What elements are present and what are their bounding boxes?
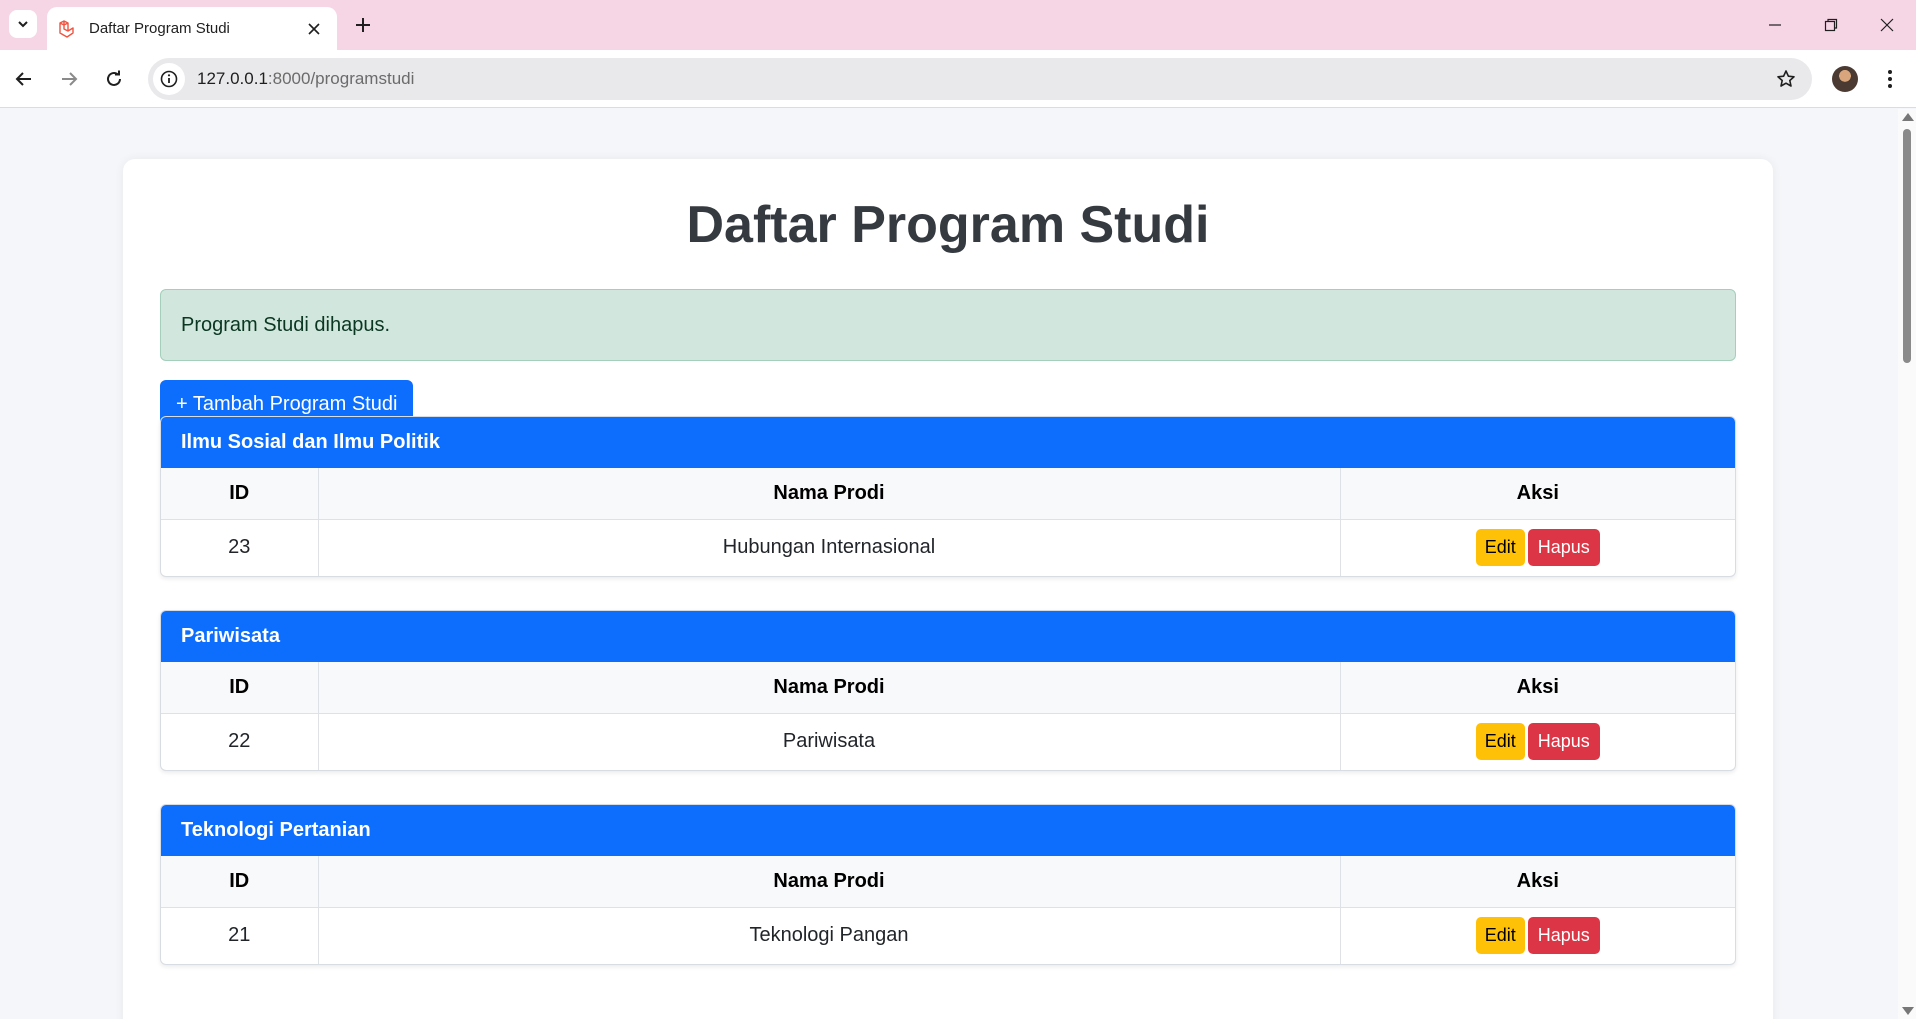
column-header-id: ID (161, 468, 319, 520)
cell-aksi: Edit Hapus (1340, 713, 1735, 770)
tab-search-button[interactable] (9, 10, 37, 38)
laravel-icon (57, 19, 77, 39)
minimize-icon (1769, 24, 1781, 26)
delete-button[interactable]: Hapus (1527, 529, 1600, 567)
cell-aksi: Edit Hapus (1340, 907, 1735, 964)
scrollbar-thumb[interactable] (1903, 129, 1911, 363)
page-viewport: Daftar Program Studi Program Studi dihap… (0, 109, 1898, 1019)
cell-id: 23 (161, 519, 319, 576)
faculty-header: Teknologi Pertanian (161, 805, 1735, 856)
table-row: 22 Pariwisata Edit Hapus (161, 713, 1735, 770)
close-window-button[interactable] (1864, 10, 1910, 40)
more-vertical-icon (1888, 70, 1892, 88)
back-button[interactable] (8, 63, 40, 95)
tab-title: Daftar Program Studi (89, 20, 230, 37)
prodi-table: ID Nama Prodi Aksi 23 Hubungan Internasi… (161, 468, 1735, 576)
forward-button[interactable] (53, 63, 85, 95)
delete-button[interactable]: Hapus (1527, 723, 1600, 761)
content-card: Daftar Program Studi Program Studi dihap… (123, 159, 1773, 1019)
column-header-aksi: Aksi (1340, 468, 1735, 520)
url-path: :8000/programstudi (267, 69, 415, 88)
cell-id: 22 (161, 713, 319, 770)
faculty-header: Pariwisata (161, 611, 1735, 662)
cell-aksi: Edit Hapus (1340, 519, 1735, 576)
edit-button[interactable]: Edit (1475, 917, 1525, 955)
restore-button[interactable] (1808, 10, 1854, 40)
faculty-group: Ilmu Sosial dan Ilmu Politik ID Nama Pro… (160, 416, 1736, 577)
close-icon (1880, 18, 1894, 32)
browser-toolbar: 127.0.0.1:8000/programstudi (0, 50, 1916, 108)
plus-icon (356, 18, 370, 32)
reload-button[interactable] (98, 63, 130, 95)
column-header-id: ID (161, 856, 319, 908)
scroll-down-arrow-icon[interactable] (1902, 1007, 1914, 1015)
edit-button[interactable]: Edit (1475, 723, 1525, 761)
new-tab-button[interactable] (350, 12, 376, 38)
column-header-id: ID (161, 662, 319, 714)
restore-icon (1824, 18, 1838, 32)
scroll-up-arrow-icon[interactable] (1902, 113, 1914, 121)
cell-id: 21 (161, 907, 319, 964)
faculty-header: Ilmu Sosial dan Ilmu Politik (161, 417, 1735, 468)
reload-icon (107, 70, 121, 86)
browser-tab[interactable]: Daftar Program Studi (47, 7, 337, 50)
browser-menu-button[interactable] (1876, 64, 1904, 94)
prodi-table: ID Nama Prodi Aksi 21 Teknologi Pangan E… (161, 856, 1735, 964)
tab-strip: Daftar Program Studi (0, 0, 1916, 50)
edit-button[interactable]: Edit (1475, 529, 1525, 567)
faculty-group: Teknologi Pertanian ID Nama Prodi Aksi 2… (160, 804, 1736, 965)
close-tab-icon[interactable] (303, 18, 325, 40)
cell-nama: Pariwisata (318, 713, 1341, 770)
cell-nama: Teknologi Pangan (318, 907, 1341, 964)
prodi-table: ID Nama Prodi Aksi 22 Pariwisata Edit Hap… (161, 662, 1735, 770)
arrow-left-icon (15, 72, 31, 86)
table-row: 23 Hubungan Internasional Edit Hapus (161, 519, 1735, 576)
success-alert: Program Studi dihapus. (160, 289, 1736, 361)
delete-button[interactable]: Hapus (1527, 917, 1600, 955)
address-bar[interactable]: 127.0.0.1:8000/programstudi (148, 58, 1812, 100)
arrow-right-icon (62, 72, 78, 86)
column-header-aksi: Aksi (1340, 856, 1735, 908)
column-header-nama: Nama Prodi (318, 662, 1341, 714)
site-info-icon[interactable] (153, 63, 185, 95)
column-header-nama: Nama Prodi (318, 468, 1341, 520)
url-host: 127.0.0.1 (197, 69, 268, 88)
cell-nama: Hubungan Internasional (318, 519, 1341, 576)
column-header-nama: Nama Prodi (318, 856, 1341, 908)
table-row: 21 Teknologi Pangan Edit Hapus (161, 907, 1735, 964)
profile-avatar[interactable] (1832, 66, 1858, 92)
page-title: Daftar Program Studi (686, 196, 1210, 254)
minimize-button[interactable] (1752, 10, 1798, 40)
bookmark-star-icon[interactable] (1774, 67, 1798, 91)
column-header-aksi: Aksi (1340, 662, 1735, 714)
faculty-group: Pariwisata ID Nama Prodi Aksi 22 Pariwis… (160, 610, 1736, 771)
url-text: 127.0.0.1:8000/programstudi (197, 69, 414, 89)
chevron-down-icon (18, 21, 28, 28)
page-scrollbar[interactable] (1898, 109, 1916, 1019)
